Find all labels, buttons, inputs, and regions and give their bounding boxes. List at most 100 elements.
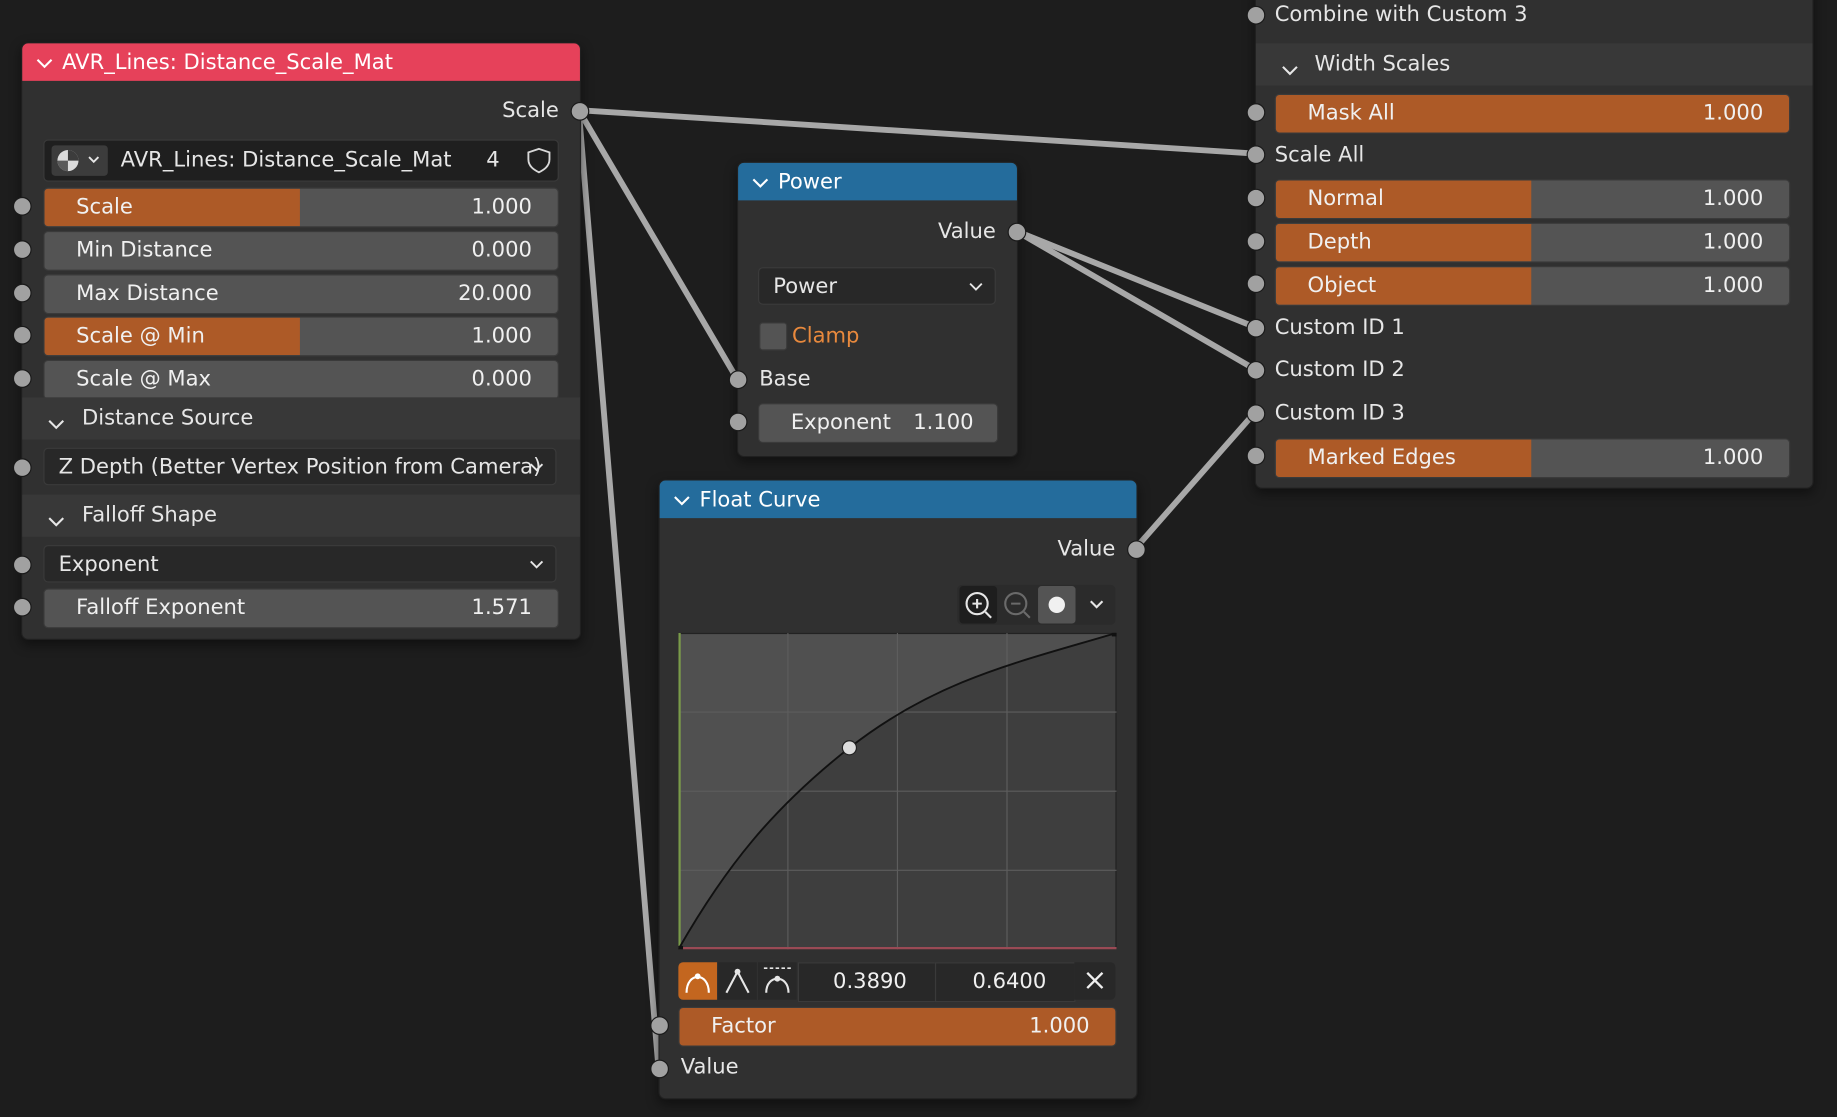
scale-all-input-label: Scale All	[1274, 142, 1365, 168]
handle-auto-icon[interactable]	[678, 962, 718, 1000]
power-node-header[interactable]: Power	[738, 162, 1017, 201]
scale-at-min-field[interactable]: Scale @ Min 1.000	[43, 316, 559, 357]
curve-graph[interactable]	[677, 631, 1118, 951]
power-value-output-socket[interactable]	[1007, 222, 1027, 242]
datablock-selector[interactable]: AVR_Lines: Distance_Scale_Mat 4	[43, 139, 559, 182]
node-tree-icon[interactable]	[51, 145, 108, 176]
point-x-field[interactable]: 0.3890	[797, 962, 937, 1003]
link-curve-to-custom3	[1132, 409, 1258, 552]
falloff-shape-dropdown[interactable]: Exponent	[43, 545, 557, 584]
clamp-label[interactable]: Clamp	[792, 322, 859, 350]
point-y-field[interactable]: 0.6400	[934, 962, 1076, 1003]
curve-point	[841, 740, 858, 756]
factor-field[interactable]: Factor 1.000	[678, 1006, 1117, 1047]
float-curve-node-header[interactable]: Float Curve	[659, 480, 1137, 519]
mask-all-input-socket[interactable]	[1246, 103, 1266, 122]
custom-id-3-input-socket[interactable]	[1246, 404, 1266, 424]
factor-input-socket[interactable]	[650, 1016, 669, 1035]
max-distance-input-socket[interactable]	[12, 283, 32, 303]
float-curve-node[interactable]: Float Curve Value 0.3890 0.6400 Factor 1…	[658, 479, 1138, 1100]
exponent-field[interactable]: Exponent 1.100	[758, 403, 999, 444]
group-node-title: AVR_Lines: Distance_Scale_Mat	[62, 49, 393, 75]
link-scale-to-base	[575, 107, 740, 382]
power-node-title: Power	[777, 169, 842, 194]
chevron-down-icon[interactable]	[1079, 586, 1114, 624]
curve-value-input-label: Value	[680, 1054, 739, 1080]
handle-auto-clamped-icon[interactable]	[758, 962, 797, 1000]
falloff-exponent-field[interactable]: Falloff Exponent 1.571	[43, 588, 559, 629]
chevron-down-icon	[48, 510, 65, 532]
chevron-down-icon[interactable]	[752, 169, 778, 194]
clamp-checkbox[interactable]	[759, 322, 788, 351]
scale-output-socket[interactable]	[570, 101, 590, 121]
scale-field[interactable]: Scale 1.000	[43, 187, 559, 228]
custom-id-1-input-socket[interactable]	[1246, 318, 1266, 338]
fake-user-shield-icon[interactable]	[525, 147, 553, 180]
width-scales-panel-header[interactable]: Width Scales	[1255, 43, 1813, 86]
handle-vector-icon[interactable]	[718, 962, 757, 1000]
normal-field[interactable]: Normal 1.000	[1274, 179, 1791, 220]
curve-toolbar	[957, 584, 1116, 625]
curve-value-input-socket[interactable]	[650, 1059, 669, 1079]
link-scale-to-curve-value	[575, 107, 662, 1071]
link-power-to-custom2	[1012, 227, 1258, 373]
node-editor-canvas[interactable]: AVR_Lines: Distance_Scale_Mat Scale AVR_…	[0, 0, 1837, 1117]
exponent-input-socket[interactable]	[728, 412, 748, 432]
mask-all-field[interactable]: Mask All 1.000	[1274, 93, 1791, 134]
user-count[interactable]: 4	[486, 147, 499, 175]
chevron-down-icon[interactable]	[674, 487, 700, 512]
scale-at-max-field[interactable]: Scale @ Max 0.000	[43, 359, 559, 400]
object-input-socket[interactable]	[1246, 274, 1266, 294]
combine-custom3-input-socket[interactable]	[1246, 5, 1266, 25]
distance-source-dropdown[interactable]: Z Depth (Better Vertex Position from Cam…	[43, 447, 557, 487]
link-power-to-custom1	[1012, 227, 1258, 330]
power-output-label: Value	[937, 219, 996, 244]
custom-id-1-label: Custom ID 1	[1274, 315, 1405, 340]
chevron-down-icon	[530, 449, 544, 487]
falloff-exponent-input-socket[interactable]	[12, 597, 32, 617]
normal-input-socket[interactable]	[1246, 188, 1266, 208]
chevron-down-icon[interactable]	[36, 50, 62, 75]
zoom-out-icon[interactable]	[998, 586, 1035, 624]
link-scale-to-scale-all	[575, 107, 1258, 157]
clipping-icon[interactable]	[1038, 586, 1076, 624]
distance-source-input-socket[interactable]	[12, 458, 32, 478]
falloff-shape-input-socket[interactable]	[12, 555, 32, 575]
chevron-down-icon	[1282, 59, 1298, 81]
base-input-socket[interactable]	[728, 370, 748, 390]
custom-id-3-label: Custom ID 3	[1274, 400, 1405, 426]
zoom-in-icon[interactable]	[959, 586, 998, 624]
datablock-name: AVR_Lines: Distance_Scale_Mat	[120, 147, 452, 173]
min-distance-input-socket[interactable]	[12, 240, 32, 260]
line-width-node[interactable]: Combine with Custom 3 Width Scales Mask …	[1254, 0, 1814, 489]
delete-point-icon[interactable]	[1074, 962, 1116, 1000]
falloff-shape-panel-header[interactable]: Falloff Shape	[22, 494, 580, 537]
marked-edges-field[interactable]: Marked Edges 1.000	[1274, 438, 1791, 479]
custom-id-2-label: Custom ID 2	[1274, 357, 1405, 383]
scale-all-input-socket[interactable]	[1246, 145, 1266, 165]
scale-at-max-input-socket[interactable]	[12, 369, 32, 388]
depth-field[interactable]: Depth 1.000	[1274, 222, 1791, 263]
chevron-down-icon	[48, 413, 65, 435]
min-distance-field[interactable]: Min Distance 0.000	[43, 230, 559, 271]
output-label-scale: Scale	[502, 98, 559, 124]
power-node[interactable]: Power Value Power Clamp Base Exponent 1.…	[736, 161, 1019, 458]
curve-value-output-socket[interactable]	[1127, 540, 1146, 560]
max-distance-field[interactable]: Max Distance 20.000	[43, 274, 559, 315]
curve-output-label: Value	[1057, 536, 1116, 562]
depth-input-socket[interactable]	[1246, 232, 1266, 251]
float-curve-node-title: Float Curve	[699, 487, 821, 512]
combine-custom3-label: Combine with Custom 3	[1274, 2, 1528, 27]
marked-edges-input-socket[interactable]	[1246, 446, 1266, 466]
distance-source-panel-header[interactable]: Distance Source	[22, 397, 580, 440]
math-operation-dropdown[interactable]: Power	[758, 267, 996, 305]
base-input-label: Base	[759, 366, 811, 392]
group-node-header[interactable]: AVR_Lines: Distance_Scale_Mat	[22, 43, 580, 81]
group-node[interactable]: AVR_Lines: Distance_Scale_Mat Scale AVR_…	[21, 42, 582, 640]
object-field[interactable]: Object 1.000	[1274, 266, 1791, 306]
chevron-down-icon	[530, 546, 544, 584]
custom-id-2-input-socket[interactable]	[1246, 361, 1266, 380]
scale-input-socket[interactable]	[12, 196, 32, 216]
scale-at-min-input-socket[interactable]	[12, 325, 32, 345]
chevron-down-icon	[969, 268, 983, 306]
